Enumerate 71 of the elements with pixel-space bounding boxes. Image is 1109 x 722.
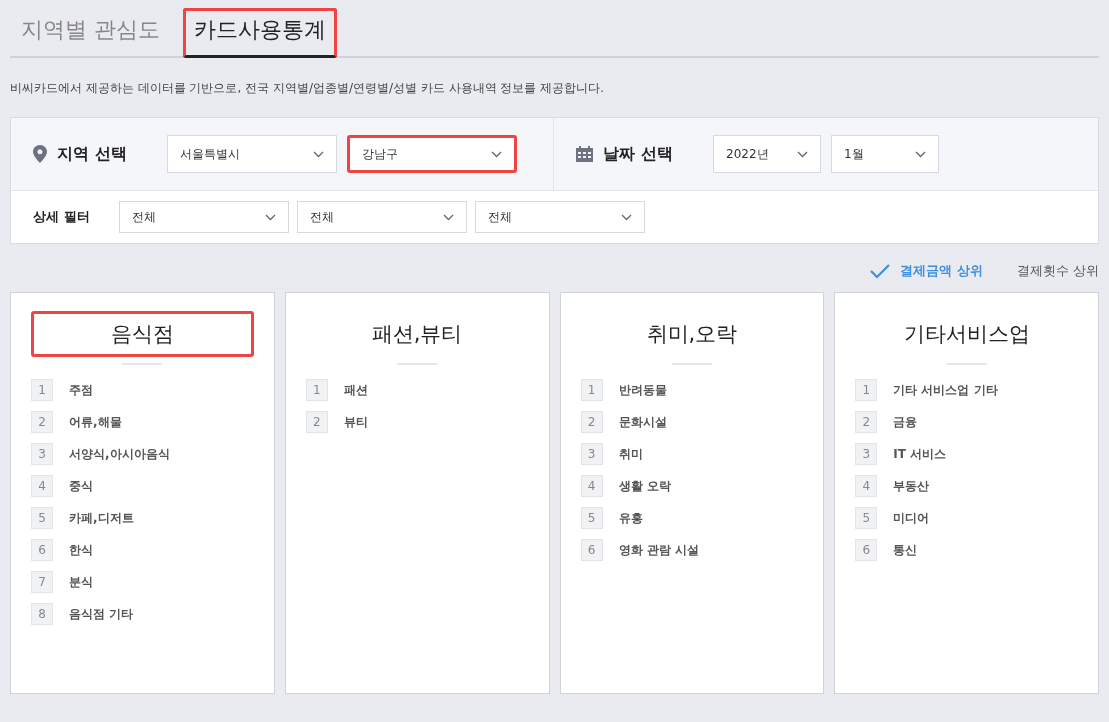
category-item: 어류,해물	[69, 413, 122, 431]
sort-option[interactable]: 결제횟수 상위	[1016, 262, 1099, 280]
rank-number: 4	[580, 475, 603, 497]
description-text: 비씨카드에서 제공하는 데이터를 기반으로, 전국 지역별/업종별/연령별/성별 카드 사용내역 정보를 제공합니다.	[10, 80, 606, 97]
chevron-down-icon	[797, 150, 808, 158]
date-select[interactable]: 2022년	[713, 135, 821, 173]
rank-number: 3	[580, 443, 603, 465]
category-item: 카페,디저트	[69, 509, 134, 527]
category-item: 유흥	[618, 509, 643, 527]
chevron-down-icon	[621, 213, 632, 221]
rank-number: 2	[855, 411, 878, 433]
category-item: 반려동물	[618, 381, 667, 399]
rank-number: 1	[305, 379, 328, 401]
category-title: 기타서비스업	[902, 321, 1031, 348]
category-item: 미디어	[893, 509, 930, 527]
category-title: 취미,오락	[645, 321, 739, 348]
date-select[interactable]: 1월	[831, 135, 939, 173]
rank-number: 8	[31, 603, 53, 625]
detail-filter-label: 상세 필터	[33, 208, 91, 226]
rank-number: 7	[31, 571, 53, 593]
rank-number: 4	[855, 475, 878, 497]
region-select[interactable]: 강남구	[347, 135, 517, 173]
date-label: 날짜 선택	[603, 143, 674, 165]
detail-filter-select[interactable]: 전체	[119, 201, 289, 233]
region-select[interactable]: 서울특별시	[167, 135, 337, 173]
rank-number: 2	[305, 411, 328, 433]
category-item: 금융	[893, 413, 918, 431]
rank-number: 1	[31, 379, 53, 401]
category-title: 음식점	[31, 311, 254, 357]
chevron-down-icon	[915, 150, 926, 158]
region-label: 지역 선택	[57, 143, 128, 165]
rank-number: 1	[855, 379, 878, 401]
checkmark-icon	[870, 263, 891, 279]
category-item: 음식점 기타	[69, 605, 134, 623]
rank-number: 6	[855, 539, 878, 561]
tab[interactable]: 카드사용통계	[183, 8, 337, 58]
category-item: 생활 오락	[618, 477, 671, 495]
chevron-down-icon	[313, 150, 324, 158]
rank-number: 2	[31, 411, 53, 433]
rank-number: 3	[855, 443, 878, 465]
category-item: 기타 서비스업 기타	[893, 381, 998, 399]
rank-number: 6	[580, 539, 603, 561]
category-item: 패션	[343, 381, 368, 399]
rank-number: 5	[31, 507, 53, 529]
detail-filter-select[interactable]: 전체	[297, 201, 467, 233]
rank-number: 2	[580, 411, 603, 433]
category-item: 통신	[893, 541, 918, 559]
category-item: 중식	[69, 477, 93, 495]
rank-number: 5	[580, 507, 603, 529]
category-item: 한식	[69, 541, 93, 559]
rank-number: 6	[31, 539, 53, 561]
chevron-down-icon	[491, 150, 502, 158]
calendar-icon	[576, 146, 593, 162]
chevron-down-icon	[443, 213, 454, 221]
category-item: 뷰티	[343, 413, 368, 431]
map-pin-icon	[33, 145, 47, 163]
rank-number: 1	[580, 379, 603, 401]
category-item: 부동산	[893, 477, 930, 495]
rank-number: 5	[855, 507, 878, 529]
category-item: IT 서비스	[893, 445, 947, 463]
category-item: 취미	[618, 445, 643, 463]
category-item: 서양식,아시아음식	[69, 445, 170, 463]
category-title: 패션,뷰티	[370, 321, 464, 348]
category-item: 분식	[69, 573, 93, 591]
category-item: 영화 관람 시설	[618, 541, 699, 559]
rank-number: 4	[31, 475, 53, 497]
detail-filter-select[interactable]: 전체	[475, 201, 645, 233]
rank-number: 3	[31, 443, 53, 465]
chevron-down-icon	[265, 213, 276, 221]
category-item: 주점	[69, 381, 93, 399]
category-item: 문화시설	[618, 413, 667, 431]
